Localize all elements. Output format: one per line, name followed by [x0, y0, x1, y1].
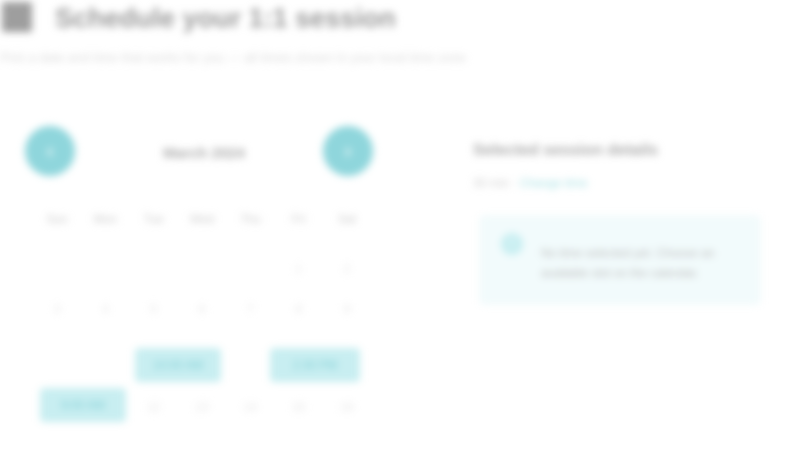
calendar-day[interactable]	[85, 250, 125, 288]
calendar-day[interactable]	[230, 250, 270, 288]
weekday-label: Sat	[337, 212, 356, 226]
calendar-week-row: 3 4 5 6 7 8 9	[37, 290, 367, 328]
calendar-day[interactable]	[37, 250, 77, 288]
weekday-label: Mon	[93, 212, 117, 226]
weekday-label: Tue	[143, 212, 164, 226]
page-header: Schedule your 1:1 session Pick a date an…	[0, 0, 540, 80]
session-details-panel: Selected session details 30 min · Change…	[470, 130, 770, 320]
previous-month-button[interactable]: ‹	[25, 126, 75, 176]
next-month-button[interactable]: ›	[323, 126, 373, 176]
calendar-day[interactable]: 4	[85, 290, 125, 328]
calendar-day[interactable]: 13	[182, 388, 222, 426]
page-title: Schedule your 1:1 session	[55, 3, 396, 33]
info-callout: i No time selected yet. Choose an availa…	[480, 216, 760, 304]
time-slot-button[interactable]: 10:00 AM	[135, 348, 221, 382]
calendar-day[interactable]	[182, 250, 222, 288]
weekday-label: Wed	[189, 212, 215, 226]
calendar-day[interactable]: 15	[279, 388, 319, 426]
session-details-title: Selected session details	[473, 142, 658, 159]
back-arrow-icon[interactable]	[2, 2, 32, 32]
time-slot-button[interactable]: 9:00 AM	[40, 388, 126, 422]
calendar-day[interactable]: 2	[327, 250, 367, 288]
change-time-link[interactable]: Change time	[520, 176, 588, 190]
weekday-label: Fri	[291, 212, 306, 226]
weekday-header: Sun Mon Tue Wed Thu Fri Sat	[37, 208, 367, 230]
info-icon: i	[501, 233, 523, 255]
weekday-label: Sun	[46, 212, 68, 226]
session-details-subtitle: 30 min · Change time	[473, 176, 588, 190]
calendar-day[interactable]: 9	[327, 290, 367, 328]
calendar-day[interactable]: 12	[134, 388, 174, 426]
calendar-day[interactable]: 16	[327, 388, 367, 426]
calendar-day[interactable]	[134, 250, 174, 288]
session-duration: 30 min ·	[473, 176, 520, 190]
month-label: March 2024	[163, 145, 245, 162]
time-slot-button[interactable]: 2:30 PM	[270, 348, 360, 382]
calendar-day[interactable]: 5	[134, 290, 174, 328]
calendar-day[interactable]: 1	[279, 250, 319, 288]
calendar: ‹ March 2024 › Sun Mon Tue Wed Thu Fri S…	[25, 120, 385, 430]
calendar-day[interactable]: 3	[37, 290, 77, 328]
page-subtitle: Pick a date and time that works for you …	[0, 50, 467, 65]
weekday-label: Thu	[239, 212, 261, 226]
page: Schedule your 1:1 session Pick a date an…	[0, 0, 801, 462]
calendar-day[interactable]: 7	[230, 290, 270, 328]
calendar-week-row: 1 2	[37, 250, 367, 288]
calendar-day[interactable]: 6	[182, 290, 222, 328]
info-callout-text: No time selected yet. Choose an availabl…	[541, 246, 715, 280]
calendar-day[interactable]: 8	[279, 290, 319, 328]
calendar-day[interactable]: 14	[230, 388, 270, 426]
